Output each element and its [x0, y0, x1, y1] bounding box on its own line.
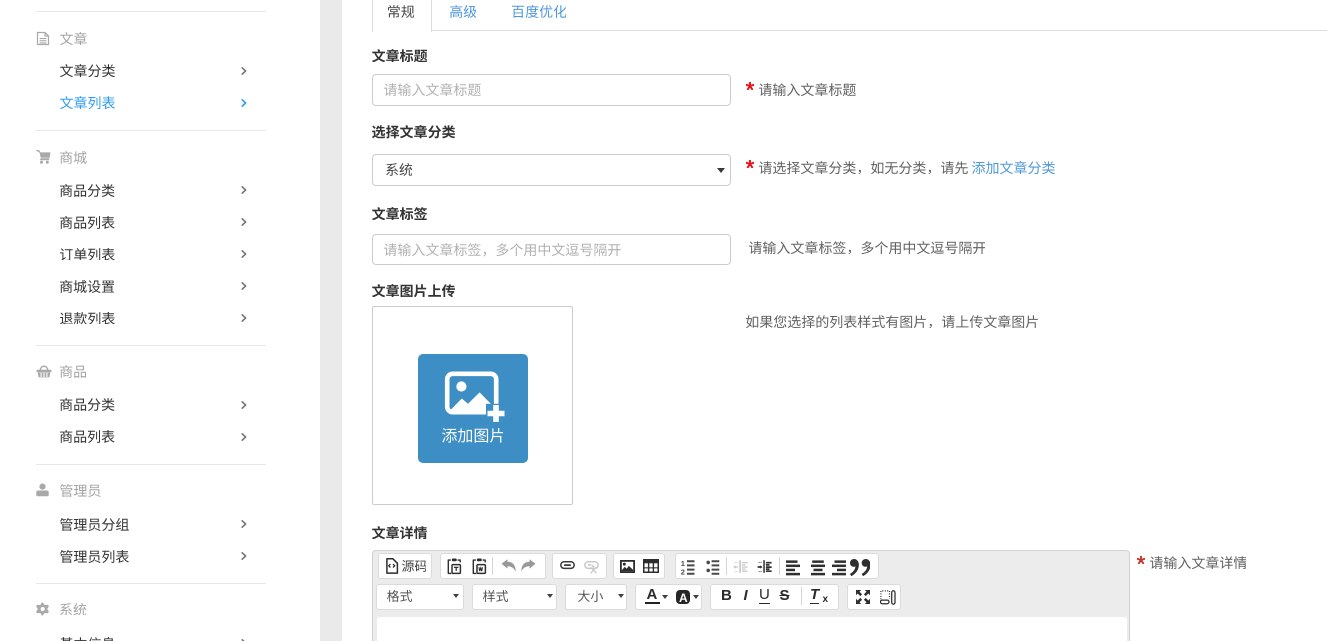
svg-text:2: 2	[680, 567, 684, 575]
